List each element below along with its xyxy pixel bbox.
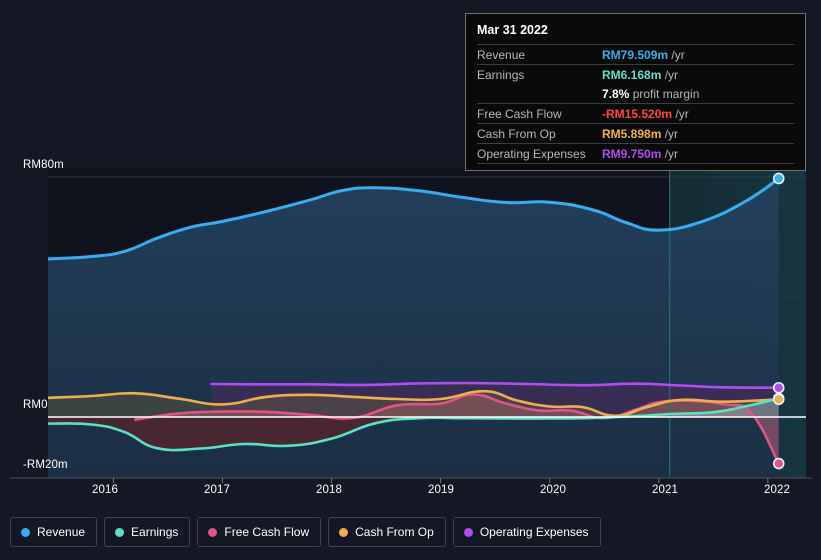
y-axis-label-80: RM80m [23, 159, 64, 171]
tooltip-row-label [477, 84, 602, 104]
tooltip-row: Earnings RM6.168m /yr [477, 64, 794, 84]
tooltip-row-value: RM9.750m /yr [602, 143, 794, 164]
tooltip-row: Free Cash Flow -RM15.520m /yr [477, 103, 794, 124]
tooltip-row: Cash From Op RM5.898m /yr [477, 123, 794, 144]
legend-item-label: Earnings [131, 525, 179, 539]
x-axis-label-2021: 2021 [652, 484, 678, 496]
x-axis-label-2019: 2019 [428, 484, 454, 496]
x-axis-label-2020: 2020 [540, 484, 566, 496]
x-axis-label-2017: 2017 [204, 484, 230, 496]
tooltip-row-label: Cash From Op [477, 123, 602, 144]
legend-color-dot-icon [21, 527, 30, 537]
legend-item-cash-from-op[interactable]: Cash From Op [328, 517, 446, 547]
tooltip-row-value: RM5.898m /yr [602, 123, 794, 144]
tooltip-row: Operating Expenses RM9.750m /yr [477, 143, 794, 164]
tooltip-row: 7.8% profit margin [477, 84, 794, 104]
tooltip-row-value: RM6.168m /yr [602, 64, 794, 84]
chart-tooltip: Mar 31 2022 Revenue RM79.509m /yr Earnings… [465, 13, 806, 171]
x-axis-label-2022: 2022 [764, 484, 790, 496]
tooltip-row-value: RM79.509m /yr [602, 44, 794, 65]
legend-color-dot-icon [339, 527, 349, 537]
tooltip-row-label: Free Cash Flow [477, 103, 602, 124]
legend-color-dot-icon [115, 527, 125, 537]
legend-item-label: Free Cash Flow [224, 525, 310, 539]
y-axis-label-0: RM0 [23, 399, 48, 411]
tooltip-table: Revenue RM79.509m /yr Earnings RM6.168m /yr… [477, 44, 794, 164]
legend-item-label: Cash From Op [355, 525, 434, 539]
legend-color-dot-icon [463, 527, 473, 537]
legend-color-dot-icon [208, 527, 218, 537]
tooltip-row: Revenue RM79.509m /yr [477, 44, 794, 65]
x-axis-label-2018: 2018 [316, 484, 342, 496]
financial-area-chart: RM80m RM0 -RM20m 2016 2017 2018 2019 202… [0, 0, 821, 560]
legend-item-label: Operating Expenses [479, 525, 589, 539]
legend-item-operating-expenses[interactable]: Operating Expenses [452, 517, 601, 547]
tooltip-date: Mar 31 2022 [477, 23, 548, 37]
tooltip-row-label: Earnings [477, 64, 602, 84]
x-axis-label-2016: 2016 [92, 484, 118, 496]
tooltip-row-value: 7.8% profit margin [602, 87, 700, 101]
legend-item-free-cash-flow[interactable]: Free Cash Flow [197, 517, 322, 547]
tooltip-row-label: Revenue [477, 44, 602, 65]
chart-legend: Revenue Earnings Free Cash Flow Cash From O… [10, 517, 601, 547]
legend-item-earnings[interactable]: Earnings [104, 517, 191, 547]
tooltip-row-value: -RM15.520m /yr [602, 103, 794, 124]
legend-item-label: Revenue [37, 525, 86, 539]
tooltip-row-label: Operating Expenses [477, 143, 602, 164]
legend-item-revenue[interactable]: Revenue [10, 517, 98, 547]
y-axis-label-neg20: -RM20m [23, 459, 68, 471]
